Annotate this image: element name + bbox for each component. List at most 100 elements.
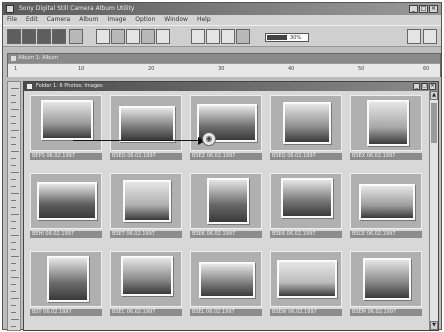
scroll-up-icon[interactable]: ▲: [430, 91, 438, 100]
ruler-tick: [11, 277, 19, 278]
ruler-tick: [11, 256, 19, 257]
window-icon: [11, 56, 16, 61]
ruler-tick: [11, 207, 16, 208]
ruler-tick: [11, 319, 19, 320]
thumbnail-item[interactable]: BSEM 06.02.1997: [348, 251, 424, 321]
ruler-tick: [11, 312, 16, 313]
album-icon[interactable]: [37, 29, 51, 44]
ruler-tick: [11, 326, 16, 327]
thumbnail-frame[interactable]: [350, 251, 422, 307]
thumbnail-caption: BSEC 06.02.1997: [110, 309, 182, 316]
list-view-icon[interactable]: [111, 29, 125, 44]
thumbnail-caption: BSEW 06.02.1997: [270, 309, 342, 316]
close-button[interactable]: ×: [429, 5, 438, 13]
thumbnail-view-icon[interactable]: [96, 29, 110, 44]
thumbnail-caption: BSET 06.02.1997: [110, 231, 182, 238]
sort-icon[interactable]: [141, 29, 155, 44]
maximize-button[interactable]: □: [421, 83, 428, 90]
menu-help[interactable]: Help: [197, 15, 211, 25]
thumbnail-item[interactable]: BSEL 06.02.1997: [188, 251, 264, 321]
thumbnail-window: Folder 1: 6 Photos: Images _ □ × BEPS 06…: [23, 81, 439, 331]
thumbnail-window-titlebar[interactable]: Folder 1: 6 Photos: Images _ □ ×: [24, 82, 438, 91]
menu-option[interactable]: Option: [135, 15, 155, 25]
thumbnail-frame[interactable]: [110, 95, 182, 151]
print-icon[interactable]: [52, 29, 66, 44]
menu-edit[interactable]: Edit: [26, 15, 38, 25]
open-icon[interactable]: [69, 29, 83, 44]
minimize-button[interactable]: _: [413, 83, 420, 90]
thumbnail-item[interactable]: BSEK 06.02.1997: [188, 173, 264, 243]
thumbnail-item[interactable]: BSEC 06.02.1997: [108, 251, 184, 321]
thumbnail-item[interactable]: BSEA 06.02.1997: [268, 173, 344, 243]
ruler-mark: 30: [218, 66, 225, 72]
thumbnail-item[interactable]: BSEZ 06.02.1997: [188, 95, 264, 165]
zoom-field[interactable]: 30%: [265, 33, 309, 42]
thumbnail-frame[interactable]: [30, 251, 102, 307]
ruler-mark: 40: [288, 66, 295, 72]
scroll-down-icon[interactable]: ▼: [430, 321, 438, 330]
ruler-tick: [11, 221, 16, 222]
window-icon: [27, 84, 32, 89]
maximize-button[interactable]: □: [419, 5, 428, 13]
thumbnail-caption: BSEL 06.02.1997: [190, 309, 262, 316]
ruler-tick: [11, 109, 19, 110]
ruler-tick: [11, 116, 16, 117]
select-icon[interactable]: [126, 29, 140, 44]
menu-window[interactable]: Window: [164, 15, 188, 25]
thumbnail-frame[interactable]: [190, 173, 262, 229]
menu-camera[interactable]: Camera: [47, 15, 71, 25]
ruler-tick: [11, 186, 16, 187]
rotate-right-icon[interactable]: [206, 29, 220, 44]
menu-file[interactable]: File: [7, 15, 17, 25]
menu-album[interactable]: Album: [79, 15, 98, 25]
rotate-left-icon[interactable]: [191, 29, 205, 44]
thumbnail-frame[interactable]: [110, 251, 182, 307]
thumbnail-frame[interactable]: [30, 95, 102, 151]
thumbnail-item[interactable]: BSET 06.02.1997: [108, 173, 184, 243]
pointer-line: [73, 140, 203, 141]
thumbnail-item[interactable]: BEPS 06.02.1997: [28, 95, 104, 165]
exit-icon[interactable]: [423, 29, 437, 44]
scrollbar-thumb[interactable]: [431, 103, 437, 143]
thumbnail-item[interactable]: BEHI 06.02.1997: [28, 173, 104, 243]
flip-icon[interactable]: [221, 29, 235, 44]
minimize-button[interactable]: _: [409, 5, 418, 13]
ruler-tick: [11, 249, 16, 250]
close-button[interactable]: ×: [429, 83, 436, 90]
window-title: Sony Digital Still Camera Album Utility: [19, 5, 135, 12]
thumbnail-item[interactable]: BSEO 06.02.1997: [108, 95, 184, 165]
ocean-horizon-photo: [283, 102, 331, 144]
tools-icon[interactable]: [156, 29, 170, 44]
album-window[interactable]: Album 1: Album 1 10 20 30 40 50 60: [7, 53, 441, 77]
album-window-titlebar[interactable]: Album 1: Album: [8, 54, 440, 63]
palm-shadow-photo: [47, 256, 89, 302]
ruler-tick: [11, 144, 16, 145]
thumbnail-frame[interactable]: [30, 173, 102, 229]
thumbnail-item[interactable]: BSEQ 06.02.1997: [268, 95, 344, 165]
camera-icon: ◉: [202, 132, 216, 146]
thumbnail-frame[interactable]: [110, 173, 182, 229]
title-bar[interactable]: Sony Digital Still Camera Album Utility …: [3, 3, 441, 15]
help-icon[interactable]: [407, 29, 421, 44]
thumbnail-frame[interactable]: [350, 173, 422, 229]
ruler-tick: [11, 88, 19, 89]
thumbnail-frame[interactable]: [270, 95, 342, 151]
thumbnail-frame[interactable]: [270, 251, 342, 307]
ruler-tick: [11, 235, 19, 236]
thumbnail-frame[interactable]: [190, 251, 262, 307]
thumbnail-frame[interactable]: [270, 173, 342, 229]
thumbnail-item[interactable]: BSEW 06.02.1997: [268, 251, 344, 321]
vertical-scrollbar[interactable]: ▲ ▼: [429, 91, 438, 330]
album-ruler: 1 10 20 30 40 50 60: [8, 63, 440, 77]
ruler-tick: [11, 102, 16, 103]
thumbnail-item[interactable]: BSEX 06.02.1997: [348, 95, 424, 165]
thumbnail-frame[interactable]: [350, 95, 422, 151]
download-icon[interactable]: [22, 29, 36, 44]
info-icon[interactable]: [236, 29, 250, 44]
menu-image[interactable]: Image: [107, 15, 126, 25]
thumbnail-item[interactable]: BST 06.02.1997: [28, 251, 104, 321]
portrait-beach-photo: [123, 180, 171, 222]
camera-import-icon[interactable]: [7, 29, 21, 44]
beach-water-photo: [41, 100, 93, 140]
thumbnail-item[interactable]: BSCE 06.02.1997: [348, 173, 424, 243]
